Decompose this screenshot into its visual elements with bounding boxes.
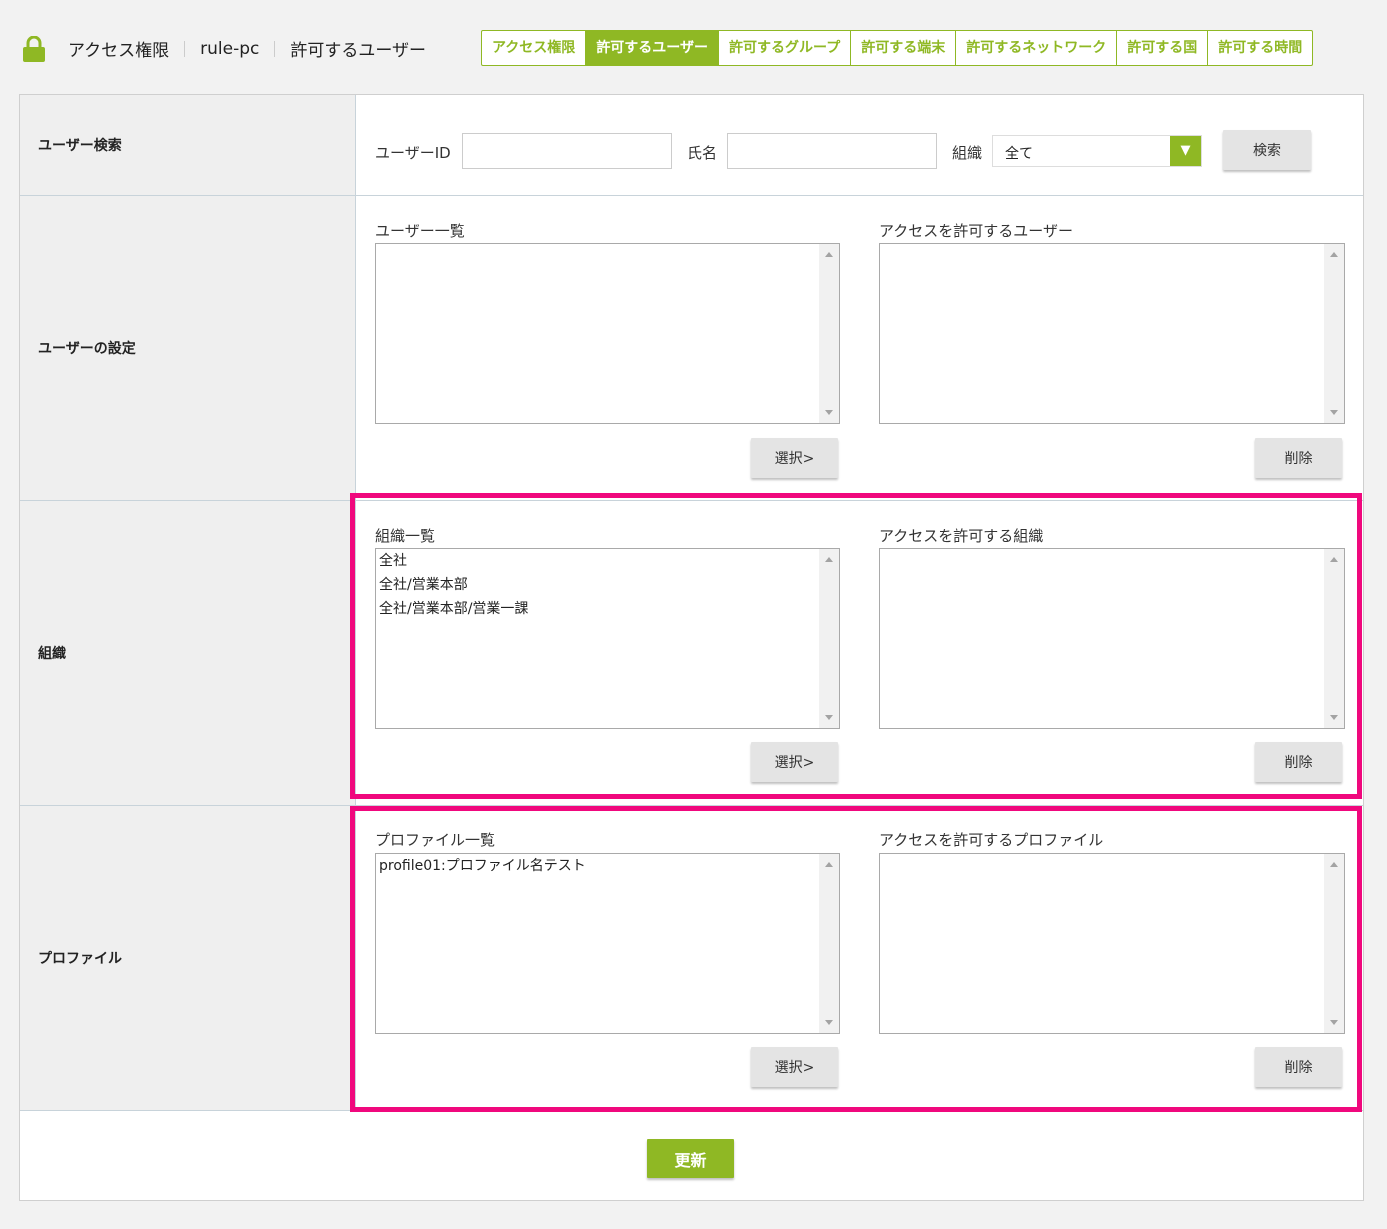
tab-allowed-countries[interactable]: 許可する国 [1117,31,1209,65]
search-button[interactable]: 検索 [1223,130,1311,170]
breadcrumb-item: アクセス権限 [68,41,170,61]
scroll-up-icon[interactable] [1330,557,1338,562]
user-settings-row: ユーザーの設定 ユーザー一覧 アクセスを許可するユーザー 選択> 削除 [20,196,1363,501]
tab-access-rights[interactable]: アクセス権限 [482,31,587,65]
user-settings-content: ユーザー一覧 アクセスを許可するユーザー 選択> 削除 [356,196,1363,500]
user-id-input[interactable] [462,133,672,169]
org-select-value: 全て [1005,146,1033,162]
scrollbar[interactable] [819,549,839,728]
row-label: 組織 [20,501,356,805]
scroll-down-icon[interactable] [1330,410,1338,415]
scrollbar[interactable] [1324,549,1344,728]
scroll-down-icon[interactable] [1330,715,1338,720]
user-settings-label: ユーザーの設定 [38,341,136,357]
org-label: 組織 [952,144,983,162]
breadcrumb: アクセス権限 rule-pc 許可するユーザー [68,36,427,62]
organization-row: 組織 組織一覧 全社 全社/営業本部 全社/営業本部/営業一課 アクセスを許可す… [20,501,1363,806]
row-label: ユーザーの設定 [20,196,356,500]
settings-panel: ユーザー検索 ユーザーID 氏名 組織 全て ▼ 検索 ユーザーの設定 ユーザー… [19,94,1364,1201]
tab-allowed-devices[interactable]: 許可する端末 [851,31,957,65]
organization-label: 組織 [38,646,66,662]
scroll-down-icon[interactable] [1330,1020,1338,1025]
user-listbox[interactable] [375,243,840,424]
allowed-orgs-listbox[interactable] [879,548,1345,729]
name-label: 氏名 [687,144,718,162]
user-list-title: ユーザー一覧 [375,222,465,240]
scroll-up-icon[interactable] [825,557,833,562]
scroll-up-icon[interactable] [1330,862,1338,867]
profile-listbox[interactable]: profile01:プロファイル名テスト [375,853,840,1034]
tab-allowed-times[interactable]: 許可する時間 [1208,31,1312,65]
user-select-button[interactable]: 選択> [751,438,838,478]
user-id-label: ユーザーID [375,144,451,162]
org-select-button[interactable]: 選択> [751,742,838,782]
scroll-up-icon[interactable] [825,862,833,867]
row-label: ユーザー検索 [20,95,356,195]
scrollbar[interactable] [1324,244,1344,423]
allowed-profiles-listbox[interactable] [879,853,1345,1034]
org-listbox[interactable]: 全社 全社/営業本部 全社/営業本部/営業一課 [375,548,840,729]
profile-delete-button[interactable]: 削除 [1255,1047,1342,1087]
user-search-row: ユーザー検索 ユーザーID 氏名 組織 全て ▼ 検索 [20,95,1363,196]
profile-row: プロファイル プロファイル一覧 profile01:プロファイル名テスト アクセ… [20,806,1363,1111]
allowed-orgs-title: アクセスを許可する組織 [879,527,1044,545]
profile-list-items: profile01:プロファイル名テスト [379,856,586,880]
org-list-items: 全社 全社/営業本部 全社/営業本部/営業一課 [379,551,528,623]
lock-icon [23,36,45,62]
list-item[interactable]: 全社/営業本部/営業一課 [379,599,528,623]
dropdown-arrow-icon: ▼ [1170,136,1201,166]
user-search-label: ユーザー検索 [38,138,122,154]
tab-allowed-groups[interactable]: 許可するグループ [719,31,852,65]
breadcrumb-item: rule-pc [200,38,260,59]
scrollbar[interactable] [819,244,839,423]
org-list-title: 組織一覧 [375,527,436,545]
profile-content: プロファイル一覧 profile01:プロファイル名テスト アクセスを許可するプ… [356,806,1363,1110]
breadcrumb-item: 許可するユーザー [290,41,427,61]
scroll-down-icon[interactable] [825,410,833,415]
organization-content: 組織一覧 全社 全社/営業本部 全社/営業本部/営業一課 アクセスを許可する組織… [356,501,1363,805]
tab-bar: アクセス権限 許可するユーザー 許可するグループ 許可する端末 許可するネットワ… [481,30,1314,66]
user-delete-button[interactable]: 削除 [1255,438,1342,478]
update-button[interactable]: 更新 [647,1139,734,1178]
org-select[interactable]: 全て ▼ [992,135,1202,167]
scroll-up-icon[interactable] [1330,252,1338,257]
profile-select-button[interactable]: 選択> [751,1047,838,1087]
allowed-profiles-title: アクセスを許可するプロファイル [879,831,1104,849]
profile-label: プロファイル [38,951,122,967]
user-search-content: ユーザーID 氏名 組織 全て ▼ 検索 [356,95,1363,195]
list-item[interactable]: profile01:プロファイル名テスト [379,856,586,880]
scroll-up-icon[interactable] [825,252,833,257]
header: アクセス権限 rule-pc 許可するユーザー アクセス権限 許可するユーザー … [0,0,1387,95]
list-item[interactable]: 全社 [379,551,528,575]
name-input[interactable] [727,133,937,169]
scroll-down-icon[interactable] [825,1020,833,1025]
scroll-down-icon[interactable] [825,715,833,720]
breadcrumb-separator [184,40,186,57]
allowed-users-title: アクセスを許可するユーザー [879,222,1073,240]
breadcrumb-separator [274,40,276,57]
profile-list-title: プロファイル一覧 [375,831,496,849]
allowed-users-listbox[interactable] [879,243,1345,424]
scrollbar[interactable] [819,854,839,1033]
scrollbar[interactable] [1324,854,1344,1033]
org-delete-button[interactable]: 削除 [1255,742,1342,782]
tab-allowed-users[interactable]: 許可するユーザー [586,31,720,65]
list-item[interactable]: 全社/営業本部 [379,575,528,599]
row-label: プロファイル [20,806,356,1110]
tab-allowed-networks[interactable]: 許可するネットワーク [956,31,1118,65]
